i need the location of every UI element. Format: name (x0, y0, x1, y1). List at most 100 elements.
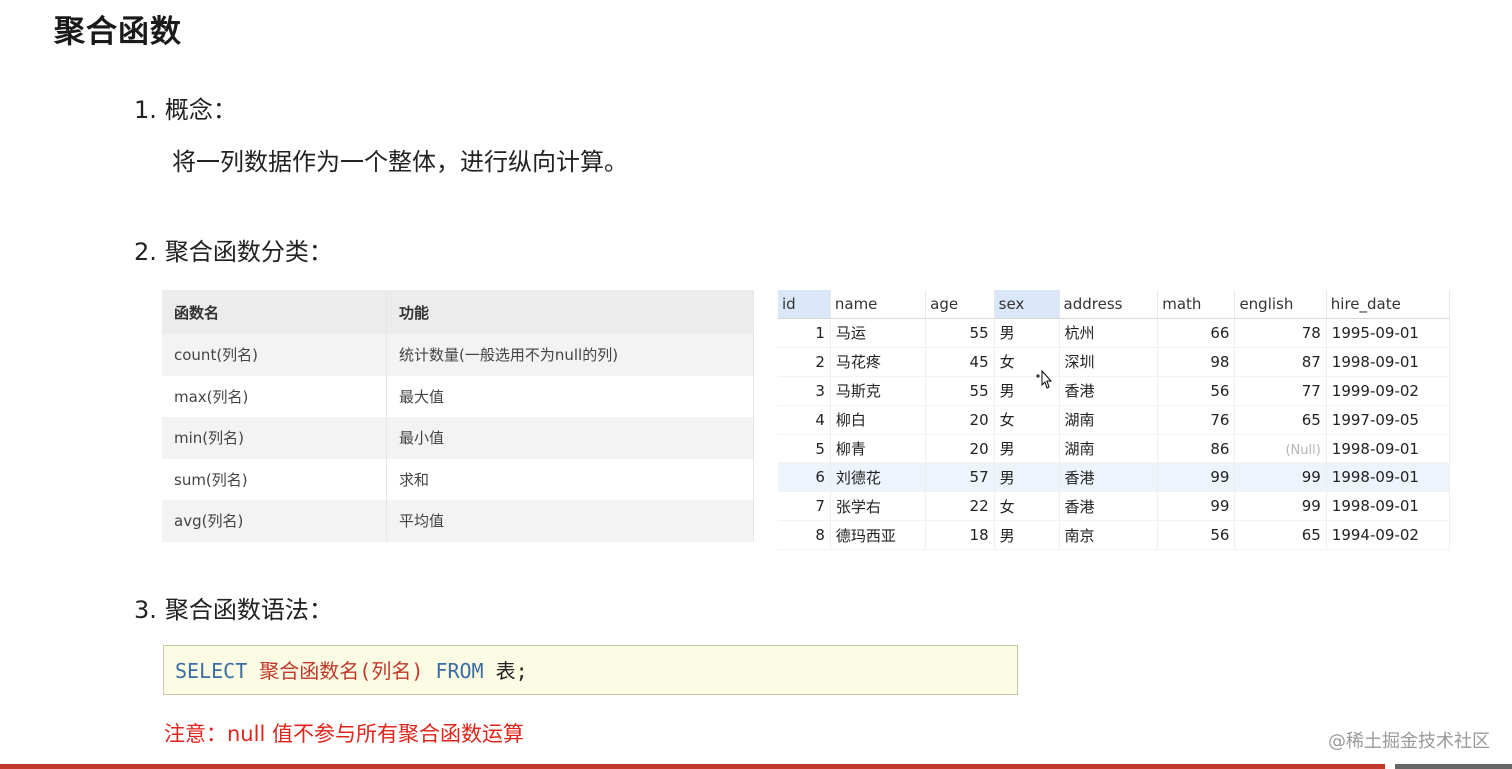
move-cursor-icon (1036, 370, 1053, 389)
table-row: count(列名) 统计数量(一般选用不为null的列) (162, 334, 754, 376)
cell-sex[interactable]: 女 (994, 405, 1060, 435)
section-syntax-heading: 3. 聚合函数语法： (134, 590, 333, 625)
grid-header-row: id name age sex address math english hire_date (778, 290, 1451, 319)
sql-syntax-box: SELECT 聚合函数名(列名) FROM 表; (163, 645, 1018, 695)
grid-row[interactable]: 3 马斯克 55 男香港 56 77 1999-09-02 (778, 376, 1451, 406)
cell-sex[interactable]: 女 (994, 491, 1060, 522)
cell-name[interactable]: 柳白 (830, 405, 927, 435)
grid-row[interactable]: 6 刘德花 57 男香港 99 99 1998-09-01 (778, 462, 1451, 493)
cell-hire-date[interactable]: 1998-09-01 (1326, 434, 1451, 464)
column-header-hire-date[interactable]: hire_date (1326, 290, 1451, 319)
cell-address[interactable]: 南京 (1059, 520, 1159, 551)
cell-math[interactable]: 76 (1157, 405, 1236, 435)
cell-sex[interactable]: 男 (994, 462, 1060, 493)
grid-row[interactable]: 4 柳白 20 女湖南 76 65 1997-09-05 (778, 405, 1451, 435)
table-header-row: 函数名 功能 (162, 290, 754, 334)
cell-english[interactable]: 65 (1234, 520, 1327, 551)
column-header-age[interactable]: age (925, 290, 995, 319)
cell-hire-date[interactable]: 1994-09-02 (1326, 520, 1451, 551)
cell-id[interactable]: 6 (778, 462, 831, 493)
cell-address[interactable]: 香港 (1059, 462, 1159, 493)
cell-math[interactable]: 98 (1157, 347, 1236, 377)
cell-age[interactable]: 55 (925, 376, 995, 406)
function-name-cell: max(列名) (162, 375, 387, 417)
cell-sex[interactable]: 男 (994, 434, 1060, 464)
grid-row[interactable]: 1 马运 55 男杭州 66 78 1995-09-01 (778, 318, 1451, 348)
cell-english[interactable]: 77 (1234, 376, 1327, 406)
cell-name[interactable]: 马运 (830, 318, 927, 348)
cell-math[interactable]: 66 (1157, 318, 1236, 348)
function-name-cell: avg(列名) (162, 500, 387, 542)
cell-english[interactable]: 87 (1234, 347, 1327, 377)
cell-math[interactable]: 56 (1157, 376, 1236, 406)
cell-sex[interactable]: 男 (994, 318, 1060, 348)
grid-row[interactable]: 7 张学右 22 女香港 99 99 1998-09-01 (778, 491, 1451, 522)
table-row: avg(列名) 平均值 (162, 500, 754, 542)
cell-hire-date[interactable]: 1998-09-01 (1326, 462, 1451, 493)
cell-address[interactable]: 杭州 (1059, 318, 1159, 348)
cell-hire-date[interactable]: 1997-09-05 (1326, 405, 1451, 435)
cell-id[interactable]: 1 (778, 318, 831, 348)
cell-name[interactable]: 刘德花 (830, 462, 927, 493)
cell-address[interactable]: 香港 (1059, 376, 1159, 406)
cell-id[interactable]: 4 (778, 405, 831, 435)
cell-hire-date[interactable]: 1998-09-01 (1326, 491, 1451, 522)
column-header-id[interactable]: id (778, 290, 831, 319)
cell-id[interactable]: 8 (778, 520, 831, 551)
cell-math[interactable]: 99 (1157, 491, 1236, 522)
cell-name[interactable]: 柳青 (830, 434, 927, 464)
cell-name[interactable]: 张学右 (830, 491, 927, 522)
null-value: (Null) (1285, 442, 1321, 458)
cell-english[interactable]: 99 (1234, 491, 1327, 522)
column-header-math[interactable]: math (1157, 290, 1236, 319)
cell-age[interactable]: 22 (925, 491, 995, 522)
cell-age[interactable]: 57 (925, 462, 995, 493)
cell-english[interactable]: 99 (1234, 462, 1327, 493)
grid-row[interactable]: 8 德玛西亚 18 男南京 56 65 1994-09-02 (778, 520, 1451, 551)
cell-id[interactable]: 2 (778, 347, 831, 377)
grid-row[interactable]: 2 马花疼 45 女深圳 98 87 1998-09-01 (778, 347, 1451, 377)
function-desc-cell: 求和 (386, 458, 754, 500)
cell-address[interactable]: 香港 (1059, 491, 1159, 522)
cell-age[interactable]: 55 (925, 318, 995, 348)
cell-id[interactable]: 7 (778, 491, 831, 522)
cell-age[interactable]: 18 (925, 520, 995, 551)
cell-math[interactable]: 86 (1157, 434, 1236, 464)
column-header-name[interactable]: name (830, 290, 927, 319)
cell-hire-date[interactable]: 1995-09-01 (1326, 318, 1451, 348)
sql-table: 表; (495, 659, 528, 683)
cell-age[interactable]: 20 (925, 405, 995, 435)
cell-english[interactable]: (Null) (1234, 434, 1327, 464)
null-note: 注意：null 值不参与所有聚合函数运算 (164, 722, 524, 746)
column-header-sex[interactable]: sex (994, 290, 1060, 319)
data-grid[interactable]: id name age sex address math english hire_date … (778, 290, 1451, 551)
section-number: 3. (134, 596, 157, 624)
cell-address[interactable]: 湖南 (1059, 405, 1159, 435)
grid-row[interactable]: 5 柳青 20 男湖南 86 (Null) 1998-09-01 (778, 434, 1451, 464)
cell-math[interactable]: 99 (1157, 462, 1236, 493)
column-header-english[interactable]: english (1234, 290, 1327, 319)
cell-hire-date[interactable]: 1999-09-02 (1326, 376, 1451, 406)
cell-english[interactable]: 78 (1234, 318, 1327, 348)
cell-id[interactable]: 3 (778, 376, 831, 406)
cell-age[interactable]: 45 (925, 347, 995, 377)
cell-english[interactable]: 65 (1234, 405, 1327, 435)
cell-age[interactable]: 20 (925, 434, 995, 464)
cell-name[interactable]: 马花疼 (830, 347, 927, 377)
table-row: max(列名) 最大值 (162, 375, 754, 417)
function-name-cell: sum(列名) (162, 458, 387, 500)
section-label: 概念： (164, 96, 237, 124)
cell-hire-date[interactable]: 1998-09-01 (1326, 347, 1451, 377)
cell-address[interactable]: 湖南 (1059, 434, 1159, 464)
cell-sex[interactable]: 男 (994, 520, 1060, 551)
bottom-progress-bar (0, 764, 1385, 769)
cell-id[interactable]: 5 (778, 434, 831, 464)
cell-name[interactable]: 马斯克 (830, 376, 927, 406)
cell-name[interactable]: 德玛西亚 (830, 520, 927, 551)
page-title: 聚合函数 (54, 14, 182, 50)
function-table: 函数名 功能 count(列名) 统计数量(一般选用不为null的列) max(列名… (162, 290, 754, 542)
cell-math[interactable]: 56 (1157, 520, 1236, 551)
header-function-desc: 功能 (386, 290, 754, 334)
cell-address[interactable]: 深圳 (1059, 347, 1159, 377)
column-header-address[interactable]: address (1059, 290, 1159, 319)
